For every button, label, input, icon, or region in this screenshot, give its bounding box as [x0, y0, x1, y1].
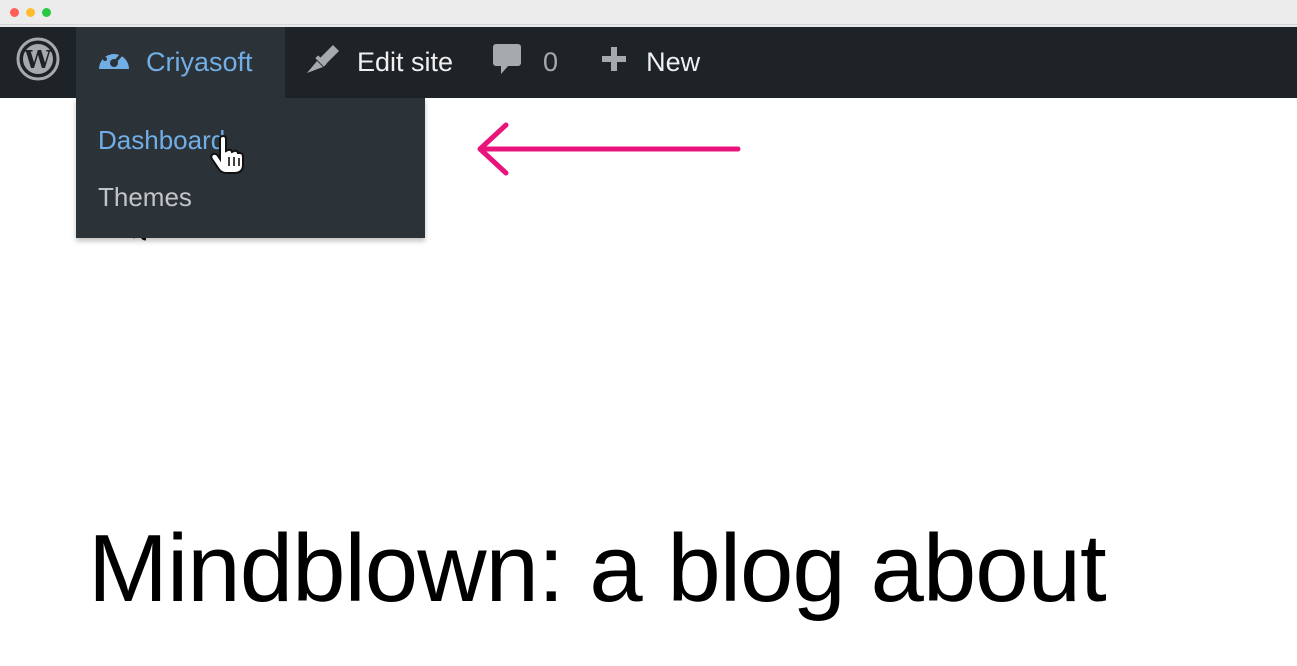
page-viewport: W Criyasoft Edit site 0 New Dashboard Th… — [0, 27, 1297, 666]
hand-pointer-cursor-icon — [210, 134, 244, 180]
site-name-menu[interactable]: Criyasoft — [76, 27, 285, 98]
browser-window: W Criyasoft Edit site 0 New Dashboard Th… — [0, 0, 1297, 666]
submenu-item-dashboard[interactable]: Dashboard — [98, 125, 225, 156]
window-titlebar — [0, 0, 1297, 25]
wordpress-menu-button[interactable]: W — [0, 27, 76, 98]
maximize-window-button[interactable] — [42, 8, 51, 17]
comment-bubble-icon — [491, 42, 523, 83]
svg-text:W: W — [24, 45, 53, 74]
wordpress-logo-icon: W — [16, 37, 60, 88]
comments-button[interactable]: 0 — [471, 27, 578, 98]
page-heading: Mindblown: a blog about — [88, 515, 1107, 622]
admin-bar: W Criyasoft Edit site 0 New — [0, 27, 1297, 98]
left-arrow-icon — [470, 119, 742, 184]
edit-site-label: Edit site — [357, 47, 454, 77]
minimize-window-button[interactable] — [26, 8, 35, 17]
paintbrush-icon — [303, 41, 343, 84]
submenu-item-themes[interactable]: Themes — [98, 182, 192, 213]
edit-site-button[interactable]: Edit site — [285, 27, 471, 98]
close-window-button[interactable] — [10, 8, 19, 17]
comments-count: 0 — [543, 47, 559, 77]
site-name-label: Criyasoft — [146, 47, 253, 77]
dashboard-gauge-icon — [96, 43, 132, 82]
new-content-button[interactable]: New — [578, 27, 718, 98]
new-label: New — [646, 47, 701, 77]
plus-icon — [600, 45, 628, 80]
site-name-submenu: Dashboard Themes — [76, 98, 425, 238]
